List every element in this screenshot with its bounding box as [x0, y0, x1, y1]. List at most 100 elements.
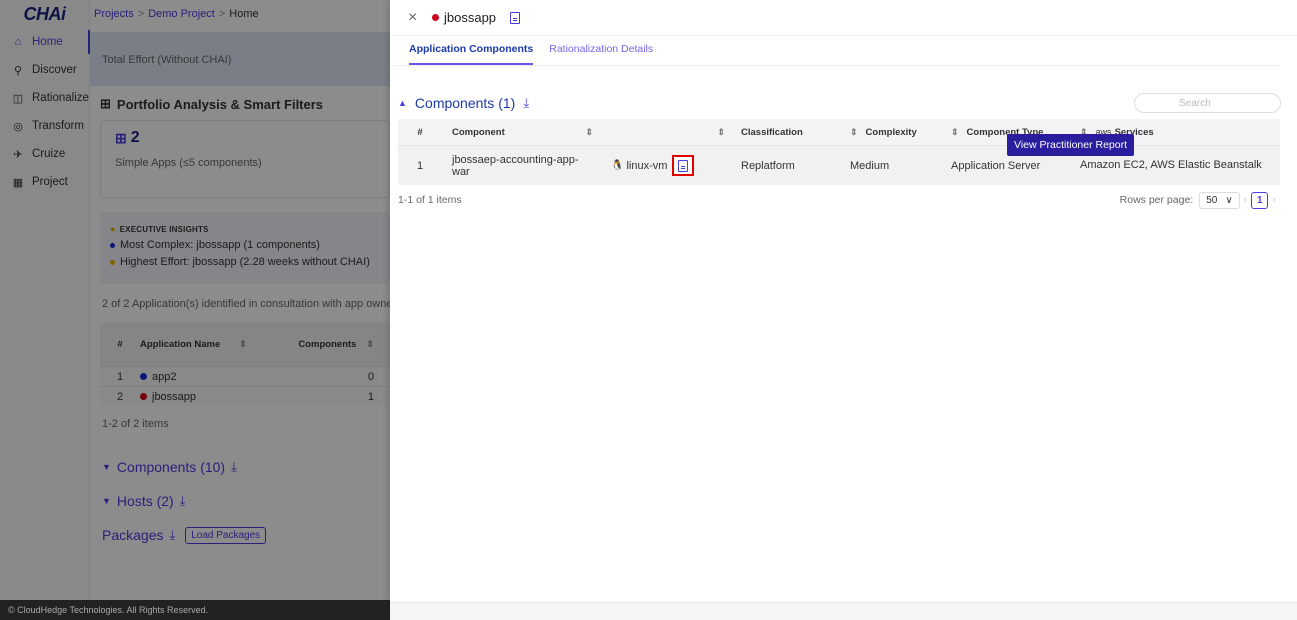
download-icon[interactable]: ⤓	[523, 95, 529, 111]
row-app-name[interactable]: app2	[140, 371, 290, 383]
table-row[interactable]: 2 jbossapp 1	[100, 386, 390, 406]
next-page-icon[interactable]: ›	[1272, 194, 1276, 206]
sort-icon[interactable]: ⇕	[366, 339, 374, 349]
insight-item: Highest Effort: jbossapp (2.28 weeks wit…	[110, 256, 380, 268]
insights-heading: ● EXECUTIVE INSIGHTS	[110, 224, 380, 234]
caret-down-icon: ▼	[102, 496, 111, 506]
sidebar-item-discover[interactable]: ⚲ Discover	[0, 56, 89, 84]
rows-per-page-select[interactable]: 50 ∨	[1199, 191, 1240, 209]
column-header-components[interactable]: Components ⇕	[290, 339, 380, 350]
column-header-components-label: Components	[298, 338, 357, 350]
sidebar-item-project[interactable]: ▦ Project	[0, 168, 89, 196]
row-classification: Replatform	[741, 159, 795, 172]
breadcrumb-projects[interactable]: Projects	[94, 8, 134, 20]
simple-apps-label: Simple Apps (≤5 components)	[115, 157, 262, 169]
effort-label: Total Effort (Without CHAI)	[102, 54, 232, 66]
prev-page-icon[interactable]: ‹	[1244, 194, 1248, 206]
column-header-classification[interactable]: Classification	[735, 127, 844, 138]
components-section-toggle[interactable]: ▼ Components (10) ⤓	[102, 450, 390, 484]
column-header-label: Complexity	[865, 126, 917, 138]
tab-application-components[interactable]: Application Components	[409, 43, 534, 65]
sidebar-item-label: Cruize	[32, 148, 66, 160]
row-app-name-text: jbossapp	[152, 390, 197, 403]
rows-per-page-label: Rows per page:	[1119, 194, 1194, 206]
sidebar-item-label: Transform	[32, 120, 84, 132]
sidebar-item-transform[interactable]: ◎ Transform	[0, 112, 89, 140]
view-report-button[interactable]	[672, 155, 695, 176]
row-services: Amazon EC2, AWS Elastic Beanstalk	[1080, 159, 1262, 171]
sidebar-item-home[interactable]: ⌂ Home	[0, 28, 90, 56]
components-table: # Component ⇕ ⇕ Classification ⇕ Complexit…	[398, 119, 1280, 185]
table-row[interactable]: 1 app2 0	[100, 366, 390, 386]
sidebar-item-cruize[interactable]: ✈ Cruize	[0, 140, 89, 168]
row-components: 1	[367, 390, 374, 403]
section-title: Components (10)	[116, 459, 226, 475]
simple-apps-card[interactable]: ⊞ 2 Simple Apps (≤5 components)	[100, 120, 390, 198]
column-header-index: #	[417, 126, 423, 138]
sort-icon[interactable]: ⇕	[717, 127, 725, 138]
apps-icon: ⊞	[115, 129, 127, 146]
insight-text: Highest Effort: jbossapp (2.28 weeks wit…	[120, 256, 370, 268]
breadcrumb-project[interactable]: Demo Project	[148, 8, 215, 20]
row-index: 1	[416, 159, 424, 172]
drawer-title: jbossapp	[444, 10, 497, 25]
effort-card: Total Effort (Without CHAI)	[90, 32, 390, 86]
row-component-type: Application Server	[951, 159, 1041, 172]
page-number-button[interactable]: 1	[1251, 191, 1269, 209]
rationalize-icon: ◫	[12, 92, 24, 105]
sort-icon[interactable]: ⇕	[585, 127, 593, 138]
download-icon[interactable]: ⤓	[169, 527, 175, 543]
search-input[interactable]: Search	[1134, 93, 1281, 113]
download-icon[interactable]: ⤓	[180, 493, 186, 509]
row-host: 🐧 linux-vm	[607, 155, 735, 176]
row-index: 1	[116, 370, 124, 383]
row-component: jbossaep-accounting-app-war	[452, 153, 579, 178]
consultation-text: 2 of 2 Application(s) identified in cons…	[102, 298, 390, 310]
transform-icon: ◎	[13, 120, 23, 133]
items-count: 1-1 of 1 items	[398, 194, 462, 206]
sidebar-item-label: Project	[32, 176, 68, 188]
cruize-icon: ✈	[13, 148, 23, 161]
portfolio-title-text: Portfolio Analysis & Smart Filters	[116, 96, 324, 112]
linux-icon: 🐧	[611, 160, 624, 171]
column-header-component[interactable]: Component ⇕	[442, 127, 607, 138]
main-content: Projects > Demo Project > Home Total Eff…	[90, 0, 390, 600]
breadcrumb: Projects > Demo Project > Home	[90, 0, 390, 28]
tooltip: View Practitioner Report	[1007, 134, 1135, 156]
drawer-header: × jbossapp	[390, 0, 1297, 36]
column-header-name[interactable]: Application Name ⇕	[140, 339, 290, 350]
column-header-label: Classification	[741, 126, 803, 138]
column-header-label: Component	[452, 126, 505, 138]
column-header-complexity[interactable]: ⇕ Complexity	[844, 127, 945, 138]
packages-section: Packages ⤓ Load Packages	[102, 518, 390, 552]
section-title: Hosts (2)	[116, 493, 174, 509]
close-icon[interactable]: ×	[408, 9, 422, 27]
items-count: 1-2 of 2 items	[102, 418, 169, 430]
caret-up-icon[interactable]: ▲	[398, 98, 407, 108]
hosts-section-toggle[interactable]: ▼ Hosts (2) ⤓	[102, 484, 390, 518]
row-components: 0	[367, 370, 374, 383]
row-app-name[interactable]: jbossapp	[140, 391, 290, 403]
lightbulb-icon: ●	[110, 224, 116, 234]
tab-rationalization-details[interactable]: Rationalization Details	[549, 43, 653, 65]
sidebar: CHAi ⌂ Home ⚲ Discover ◫ Rationalize ◎ T…	[0, 0, 90, 600]
report-icon	[678, 159, 689, 172]
sidebar-item-rationalize[interactable]: ◫ Rationalize	[0, 84, 89, 112]
report-icon[interactable]	[510, 11, 521, 24]
sort-icon[interactable]: ⇕	[239, 339, 247, 350]
components-header: ▲ Components (1) ⤓ Search	[390, 92, 1297, 114]
column-header-host[interactable]: ⇕	[607, 127, 735, 138]
table-header: # Component ⇕ ⇕ Classification ⇕ Complexit…	[398, 119, 1280, 145]
chai-logo[interactable]: CHAi	[0, 0, 89, 28]
insight-item: Most Complex: jbossapp (1 components)	[110, 239, 380, 251]
column-header-name-label: Application Name	[140, 338, 221, 350]
sort-icon[interactable]: ⇕	[951, 127, 959, 137]
sort-icon[interactable]: ⇕	[850, 127, 858, 137]
table-row[interactable]: 1 jbossaep-accounting-app-war 🐧 linux-vm…	[398, 145, 1280, 185]
column-header-index: #	[117, 338, 123, 350]
breadcrumb-separator: >	[218, 8, 226, 20]
bullet-icon	[110, 242, 115, 248]
load-packages-button[interactable]: Load Packages	[185, 526, 267, 544]
drawer-tabs: Application Components Rationalization D…	[390, 36, 1280, 66]
download-icon[interactable]: ⤓	[231, 459, 237, 475]
